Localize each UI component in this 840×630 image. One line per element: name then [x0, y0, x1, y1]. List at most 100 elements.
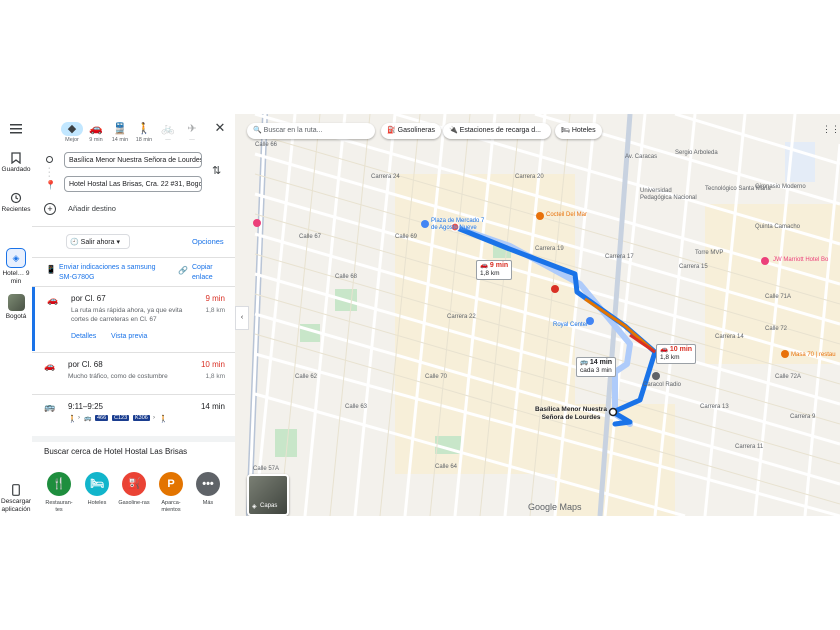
route-badge-10min[interactable]: 🚗 10 min 1,8 km — [656, 344, 697, 364]
chevron-left-icon: ‹ — [240, 314, 244, 321]
bogota-button[interactable]: Bogotá — [0, 294, 32, 321]
maps-app: Guardado Recientes ◈ Hotel… 9 min Bogotá… — [0, 114, 840, 516]
travel-modes: ◆ Mejor 🚗 9 min 🚆 14 min 🚶 18 min 🚲 — ✈ — [60, 120, 235, 152]
plane-icon: ✈ — [187, 123, 197, 135]
area-label: Quinta Camacho — [755, 224, 801, 230]
street-label: Calle 69 — [395, 234, 418, 240]
street-label: Carrera 20 — [515, 174, 544, 180]
chevron-down-icon: ▾ — [116, 239, 120, 246]
poi-label: Royal Center — [553, 322, 589, 328]
menu-button[interactable] — [0, 124, 32, 136]
mode-cycling[interactable]: 🚲 — — [156, 120, 180, 143]
apps-grid-icon[interactable]: ⋮⋮ — [822, 124, 840, 135]
poi-marker[interactable] — [761, 257, 769, 265]
more-button[interactable]: ••• — [196, 472, 220, 496]
chip-label: Estaciones de recarga d... — [459, 127, 541, 134]
street-label: Calle 70 — [425, 374, 448, 380]
send-phone-icon: 📱 — [46, 265, 56, 274]
saved-button[interactable]: Guardado — [0, 152, 32, 174]
route-badge-9min[interactable]: 🚗 9 min 1,8 km — [476, 260, 513, 280]
badge-time: 9 min — [489, 262, 509, 269]
depart-dropdown[interactable]: 🕘 Salir ahora ▾ — [66, 234, 130, 249]
route-option-2[interactable]: 🚗 por Cl. 68 10 min 1,8 km Mucho tráfico… — [32, 353, 235, 395]
layers-button[interactable]: ◈ Capas — [247, 474, 289, 516]
close-button[interactable]: ✕ — [212, 120, 228, 136]
poi-marker[interactable] — [652, 372, 660, 380]
poi-marker[interactable] — [781, 350, 789, 358]
options-button[interactable]: Opciones — [192, 237, 224, 246]
nearby-title: Buscar cerca de Hotel Hostal Las Brisas — [44, 447, 188, 456]
mode-walking[interactable]: 🚶 18 min — [132, 120, 156, 143]
clock-icon: 🕘 — [70, 239, 79, 246]
left-rail: Guardado Recientes ◈ Hotel… 9 min Bogotá… — [0, 114, 33, 516]
collapse-panel-button[interactable]: ‹ — [235, 306, 249, 330]
car-icon: 🚗 — [47, 295, 59, 305]
mode-label: 14 min — [111, 137, 129, 143]
gas-stations-button[interactable]: ⛽ — [122, 472, 146, 496]
street-label: Calle 66 — [255, 142, 278, 148]
bus-icon: 🚌 — [580, 359, 589, 366]
bookmark-icon — [11, 152, 21, 164]
street-label: Calle 67 — [299, 234, 322, 240]
poi-marker[interactable] — [253, 219, 261, 227]
add-destination-button[interactable]: Añadir destino — [68, 204, 116, 213]
route-badge-transit[interactable]: 🚌 14 min cada 3 min — [576, 357, 617, 377]
recent-button[interactable]: Recientes — [0, 192, 32, 214]
chevron-right-icon: › — [153, 415, 155, 421]
section-divider — [32, 436, 235, 442]
copy-link-button[interactable]: Copiar enlace — [192, 263, 228, 283]
search-placeholder: Buscar en la ruta... — [263, 127, 323, 134]
route-option-transit[interactable]: 🚌 9:11–9:25 14 min 🚶 › 🚌 466 C123 K306 ›… — [32, 395, 235, 435]
mode-driving[interactable]: 🚗 9 min — [84, 120, 108, 143]
street-label: Av. Caracas — [625, 154, 658, 160]
mode-label: — — [165, 137, 171, 143]
mode-label: — — [189, 137, 195, 143]
details-link[interactable]: Detalles — [71, 333, 96, 340]
bed-icon: 🛏 — [561, 127, 570, 134]
street-label: Carrera 24 — [371, 174, 400, 180]
directions-panel: ◆ Mejor 🚗 9 min 🚆 14 min 🚶 18 min 🚲 — ✈ — [32, 114, 235, 516]
origin-input[interactable]: Basílica Menor Nuestra Señora de Lourdes — [64, 152, 202, 168]
route-search-input[interactable]: 🔍 Buscar en la ruta... — [247, 123, 375, 139]
poi-label: Gimnasio Moderno — [755, 184, 806, 190]
best-route-icon: ◆ — [61, 122, 83, 136]
download-app-button[interactable]: Descargar aplicación — [0, 484, 32, 514]
chip-charging[interactable]: 🔌 Estaciones de recarga d... — [443, 123, 551, 139]
parking-button[interactable]: P — [159, 472, 183, 496]
poi-label: JW Marriott Hotel Bo — [773, 257, 829, 263]
nearby-label: Aparca-mientos — [161, 500, 181, 513]
street-label: Calle 72A — [775, 374, 802, 380]
car-icon: 🚗 — [89, 123, 103, 135]
street-label: Carrera 11 — [735, 444, 764, 450]
poi-marker[interactable] — [536, 212, 544, 220]
mode-flight[interactable]: ✈ — — [180, 120, 204, 143]
destination-input[interactable]: Hotel Hostal Las Brisas, Cra. 22 #31, Bo… — [64, 176, 202, 192]
active-trip-button[interactable]: ◈ Hotel… 9 min — [0, 248, 32, 286]
route-time: 10 min — [200, 360, 225, 369]
gas-icon: ⛽ — [127, 478, 141, 490]
hotels-button[interactable]: 🛏 — [85, 472, 109, 496]
swap-button[interactable]: ⇅ — [212, 164, 221, 177]
poi-marker[interactable] — [421, 220, 429, 228]
walk-icon: 🚶 — [159, 416, 168, 423]
walk-icon: 🚶 — [137, 123, 151, 135]
map-canvas[interactable]: 🔍 Buscar en la ruta... ⛽ Gasolineras 🔌 E… — [235, 114, 840, 516]
mode-best[interactable]: ◆ Mejor — [60, 120, 84, 143]
street-label: Carrera 17 — [605, 254, 634, 260]
nearby-label: Gasoline-ras — [118, 500, 150, 506]
poi-label: Sergio Arboleda — [675, 150, 718, 156]
send-to-phone-button[interactable]: Enviar indicaciones a samsung SM-G780G — [59, 263, 167, 283]
preview-link[interactable]: Vista previa — [111, 333, 147, 340]
restaurants-button[interactable]: 🍴 — [47, 472, 71, 496]
route-option-1[interactable]: 🚗 por Cl. 67 9 min 1,8 km La ruta más rá… — [32, 287, 235, 351]
car-icon: 🚗 — [480, 262, 489, 269]
route-title: por Cl. 67 — [71, 294, 106, 303]
poi-label: Torre MVP — [695, 250, 724, 256]
chip-hotels[interactable]: 🛏 Hoteles — [555, 123, 602, 139]
ev-charger-icon: 🔌 — [449, 127, 458, 134]
mode-transit[interactable]: 🚆 14 min — [108, 120, 132, 143]
car-icon: 🚗 — [44, 361, 56, 371]
poi-marker[interactable] — [551, 285, 559, 293]
active-trip-label: Hotel… 9 min — [2, 270, 30, 285]
chip-gas-stations[interactable]: ⛽ Gasolineras — [381, 123, 442, 139]
